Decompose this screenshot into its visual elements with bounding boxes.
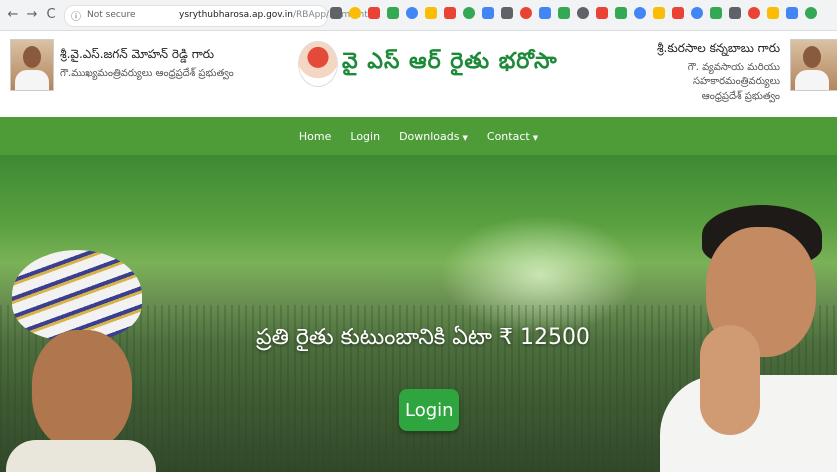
chief-minister-portrait bbox=[10, 39, 54, 91]
extension-icon[interactable] bbox=[520, 7, 532, 19]
nav-downloads[interactable]: Downloads ▼ bbox=[399, 130, 468, 143]
hero-login-button[interactable]: Login bbox=[399, 389, 459, 431]
right-official-title-line2: ఆంధ్రప్రదేశ్ ప్రభుత్వం bbox=[701, 91, 780, 102]
info-icon[interactable]: ⓘ bbox=[71, 8, 81, 23]
forward-icon[interactable]: → bbox=[25, 6, 39, 24]
nav-downloads-label: Downloads bbox=[399, 129, 460, 143]
right-official-name: శ్రీ.కురసాల కన్నబాబు గారు bbox=[656, 41, 780, 55]
extension-icon[interactable] bbox=[577, 7, 589, 19]
extension-icon[interactable] bbox=[425, 7, 437, 19]
chief-minister-image bbox=[660, 205, 837, 472]
extension-icon[interactable] bbox=[615, 7, 627, 19]
extension-icon[interactable] bbox=[729, 7, 741, 19]
site-title: వై ఎస్ ఆర్ రైతు భరోసా bbox=[342, 49, 558, 74]
hero-banner: ప్రతి రైతు కుటుంబానికి ఏటా ₹ 12500 Login bbox=[0, 155, 837, 472]
extension-icon[interactable] bbox=[748, 7, 760, 19]
chevron-down-icon: ▼ bbox=[532, 133, 539, 142]
extension-icon[interactable] bbox=[482, 7, 494, 19]
extension-icon[interactable] bbox=[444, 7, 456, 19]
extension-icon[interactable] bbox=[805, 7, 817, 19]
security-status: Not secure bbox=[87, 10, 136, 20]
reload-icon[interactable]: C bbox=[44, 6, 58, 24]
extensions-bar bbox=[330, 7, 817, 19]
nav-login[interactable]: Login bbox=[350, 130, 380, 143]
left-official-name: శ్రీ.వై.ఎస్.జగన్ మోహన్ రెడ్డి గారు bbox=[60, 47, 215, 61]
nav-contact[interactable]: Contact ▼ bbox=[487, 130, 538, 143]
chevron-down-icon: ▼ bbox=[462, 133, 468, 142]
extension-icon[interactable] bbox=[330, 7, 342, 19]
agriculture-minister-portrait bbox=[790, 39, 837, 91]
extension-icon[interactable] bbox=[406, 7, 418, 19]
turbaned-leader-image bbox=[6, 250, 156, 472]
extension-icon[interactable] bbox=[368, 7, 380, 19]
right-official-info: శ్రీ.కురసాల కన్నబాబు గారు గౌ. వ్యవసాయ మర… bbox=[612, 41, 780, 104]
browser-toolbar: ← → C ⓘ Not secure ysrythubharosa.ap.gov… bbox=[0, 0, 837, 31]
extension-icon[interactable] bbox=[767, 7, 779, 19]
url-host: ysrythubharosa.ap.gov.in bbox=[179, 10, 293, 20]
right-official-title-line1: గౌ. వ్యవసాయ మరియు సహకారమంత్రివర్యులు bbox=[687, 62, 780, 87]
extension-icon[interactable] bbox=[653, 7, 665, 19]
extension-icon[interactable] bbox=[596, 7, 608, 19]
main-nav: Home Login Downloads ▼ Contact ▼ bbox=[0, 117, 837, 155]
extension-icon[interactable] bbox=[501, 7, 513, 19]
extension-icon[interactable] bbox=[558, 7, 570, 19]
nav-contact-label: Contact bbox=[486, 129, 530, 143]
extension-icon[interactable] bbox=[672, 7, 684, 19]
extension-icon[interactable] bbox=[634, 7, 646, 19]
extension-icon[interactable] bbox=[463, 7, 475, 19]
ysr-logo bbox=[298, 41, 338, 87]
back-icon[interactable]: ← bbox=[6, 6, 20, 24]
extension-icon[interactable] bbox=[349, 7, 361, 19]
extension-icon[interactable] bbox=[539, 7, 551, 19]
extension-icon[interactable] bbox=[710, 7, 722, 19]
site-header: శ్రీ.వై.ఎస్.జగన్ మోహన్ రెడ్డి గారు గౌ.ము… bbox=[0, 31, 837, 110]
hero-slogan: ప్రతి రైతు కుటుంబానికి ఏటా ₹ 12500 bbox=[256, 325, 590, 350]
address-bar[interactable]: ⓘ Not secure ysrythubharosa.ap.gov.in/RB… bbox=[64, 5, 379, 27]
left-official-info: శ్రీ.వై.ఎస్.జగన్ మోహన్ రెడ్డి గారు గౌ.ము… bbox=[60, 47, 234, 81]
extension-icon[interactable] bbox=[387, 7, 399, 19]
nav-home[interactable]: Home bbox=[299, 130, 331, 143]
extension-icon[interactable] bbox=[786, 7, 798, 19]
left-official-title: గౌ.ముఖ్యమంత్రివర్యులు ఆంధ్రప్రదేశ్ ప్రభు… bbox=[60, 68, 234, 79]
extension-icon[interactable] bbox=[691, 7, 703, 19]
